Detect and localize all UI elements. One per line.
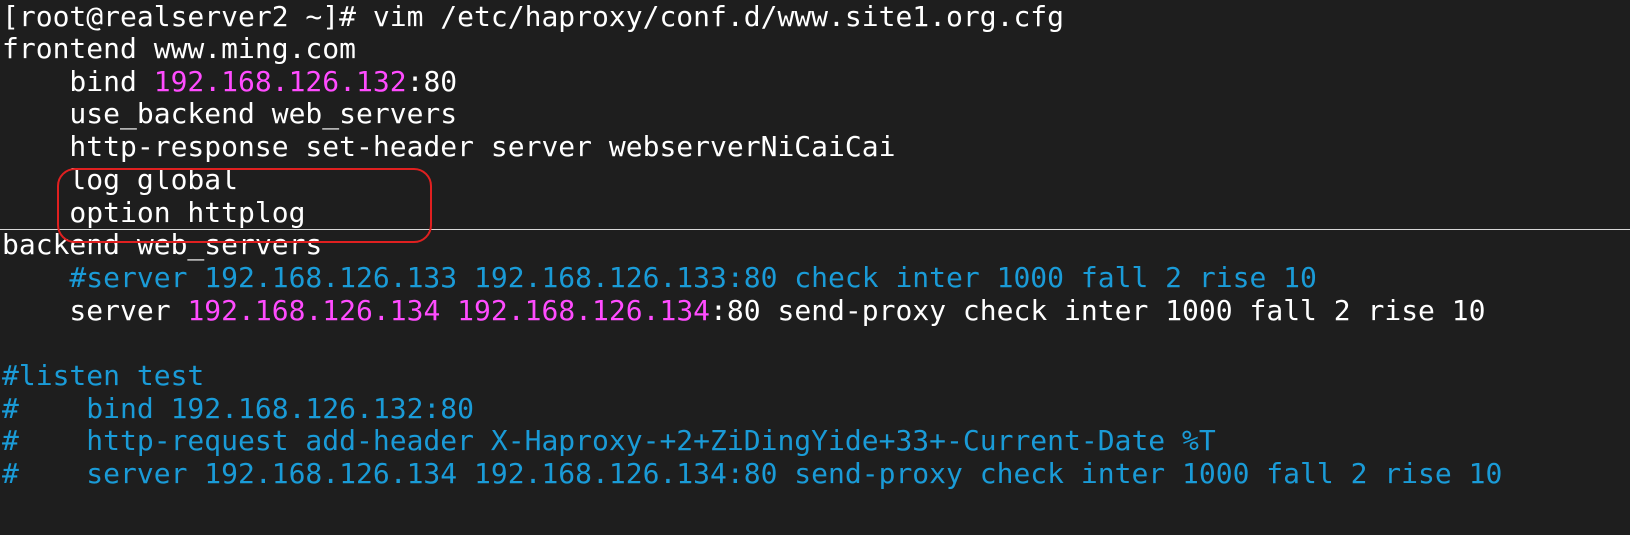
ip-address-token: 192.168.126.134 <box>187 293 441 327</box>
config-text: server <box>2 293 188 327</box>
comment-text: # bind 192.168.126.132:80 <box>2 391 475 425</box>
config-line: frontend www.ming.com <box>2 32 356 66</box>
comment-text: # server 192.168.126.134 192.168.126.134… <box>2 457 1503 491</box>
config-text: :80 <box>406 64 458 98</box>
annotation-highlight-box <box>57 168 432 243</box>
config-line: bind 192.168.126.132:80 <box>2 65 457 99</box>
config-line: # server 192.168.126.134 192.168.126.134… <box>2 457 1502 491</box>
comment-text: #listen test <box>2 359 205 392</box>
config-line: http-response set-header server webserve… <box>2 130 895 164</box>
shell-prompt-line: [root@realserver2 ~]# vim /etc/haproxy/c… <box>2 0 1065 33</box>
config-line: # http-request add-header X-Haproxy-+2+Z… <box>2 424 1216 458</box>
config-text: bind <box>2 64 154 98</box>
config-text: frontend www.ming.com <box>2 32 357 65</box>
config-text: use_backend web_servers <box>2 97 458 131</box>
config-line: #server 192.168.126.133 192.168.126.133:… <box>2 260 1317 295</box>
config-line: # bind 192.168.126.132:80 <box>2 392 474 426</box>
config-line: #listen test <box>2 359 204 393</box>
config-text: http-response set-header server webserve… <box>2 130 896 164</box>
config-text: :80 send-proxy check inter 1000 fall 2 r… <box>710 293 1486 327</box>
ip-address-token: 192.168.126.132 <box>153 64 407 98</box>
comment-text: # http-request add-header X-Haproxy-+2+Z… <box>2 424 1216 458</box>
config-line: use_backend web_servers <box>2 97 457 131</box>
comment-text: #server 192.168.126.133 192.168.126.133:… <box>2 260 1317 294</box>
config-text <box>440 294 457 327</box>
terminal-window[interactable]: [root@realserver2 ~]# vim /etc/haproxy/c… <box>0 0 1630 535</box>
ip-address-token: 192.168.126.134 <box>457 293 711 327</box>
config-line: server 192.168.126.134 192.168.126.134:8… <box>2 293 1486 328</box>
